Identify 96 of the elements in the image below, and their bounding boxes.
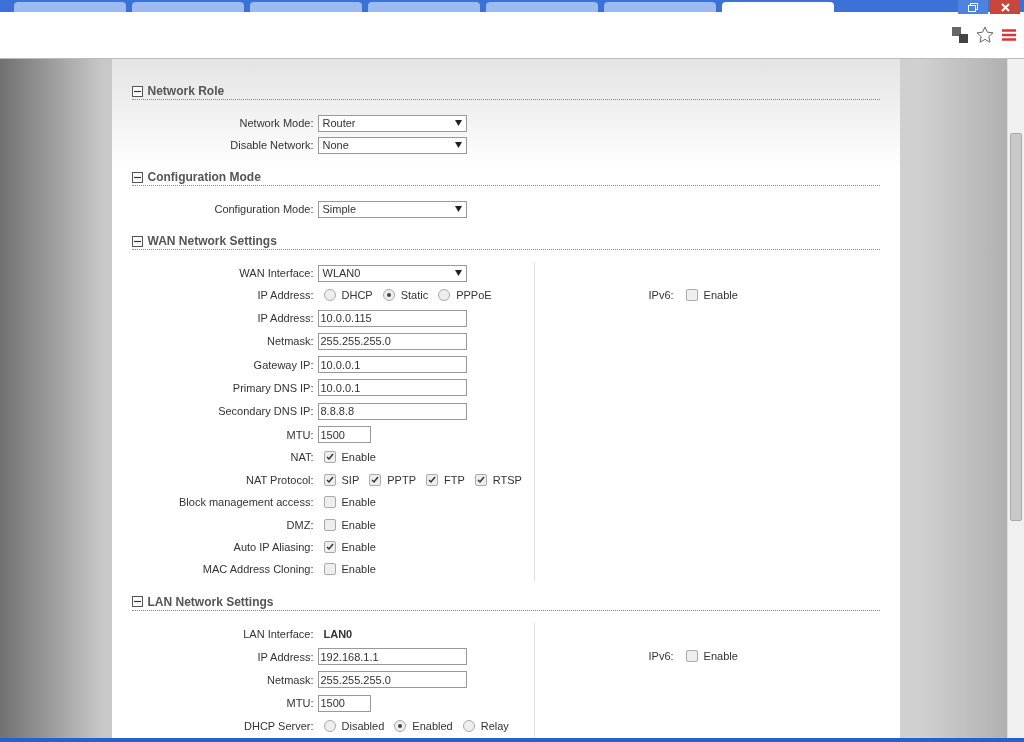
- field-label: IP Address:: [256, 650, 315, 663]
- field-label: IP Address:: [256, 289, 315, 302]
- caret-icon: [454, 120, 462, 126]
- checkbox-label: Enable: [341, 540, 376, 553]
- collapse-toggle[interactable]: [131, 171, 143, 183]
- checkbox-label: Enable: [341, 496, 376, 509]
- checkbox[interactable]: [323, 518, 336, 531]
- checkbox-label: RTSP: [492, 473, 522, 486]
- collapse-toggle[interactable]: [131, 596, 143, 607]
- field-label: MTU:: [285, 697, 315, 710]
- field-label: IP Address:: [256, 312, 315, 325]
- field-label: Configuration Mode:: [213, 203, 315, 215]
- field-label: DMZ:: [285, 518, 315, 531]
- radio-button[interactable]: [323, 720, 336, 732]
- restore-icon[interactable]: [958, 0, 988, 14]
- input-field[interactable]: 8.8.8.8: [317, 402, 467, 420]
- checkbox-label: Enable: [341, 451, 376, 464]
- field-label: Gateway IP:: [252, 358, 315, 371]
- field-label: Auto IP Aliasing:: [232, 540, 315, 553]
- checkbox-label: PPTP: [387, 473, 416, 486]
- close-icon[interactable]: [990, 0, 1020, 14]
- scrollbar[interactable]: [1007, 59, 1024, 738]
- field-label: Secondary DNS IP:: [217, 405, 315, 418]
- field-label: NAT Protocol:: [245, 473, 315, 486]
- checkmark-icon: [427, 475, 436, 484]
- checkbox-label: Enable: [703, 649, 738, 662]
- input-field[interactable]: 1500: [317, 694, 371, 712]
- checkbox[interactable]: [474, 473, 487, 486]
- checkbox[interactable]: [369, 473, 382, 486]
- field-label: Netmask:: [266, 673, 315, 686]
- field-label: Network Mode:: [238, 117, 315, 129]
- section-title: LAN Network Settings: [147, 594, 274, 609]
- field-label: IPv6:: [648, 289, 675, 301]
- input-field[interactable]: 192.168.1.1: [317, 648, 467, 666]
- field-label: WAN Interface:: [238, 267, 315, 279]
- input-field[interactable]: 10.0.0.115: [317, 309, 467, 327]
- field-label: MTU:: [285, 428, 315, 441]
- checkbox[interactable]: [323, 563, 336, 576]
- section-title: WAN Network Settings: [147, 234, 277, 248]
- checkbox-label: Enable: [341, 563, 376, 576]
- checkmark-icon: [325, 542, 334, 551]
- field-label: NAT:: [289, 451, 315, 464]
- checkmark-icon: [476, 475, 485, 484]
- dropdown[interactable]: Router: [317, 114, 467, 132]
- checkbox-label: Enable: [703, 289, 738, 301]
- checkbox[interactable]: [685, 289, 698, 301]
- checkmark-icon: [371, 475, 380, 484]
- field-label: DHCP Server:: [243, 720, 315, 732]
- radio-label: DHCP: [341, 289, 373, 302]
- field-label: LAN Interface:: [242, 627, 315, 640]
- section-title: Network Role: [147, 84, 225, 98]
- checkbox-label: FTP: [443, 473, 465, 486]
- checkbox-label: Enable: [341, 518, 376, 531]
- checkbox[interactable]: [425, 473, 438, 486]
- field-label: MAC Address Cloning:: [201, 563, 315, 576]
- checkmark-icon: [325, 453, 334, 462]
- input-field[interactable]: 10.0.0.1: [317, 379, 467, 397]
- radio-label: Relay: [480, 720, 509, 732]
- input-field[interactable]: 1500: [317, 426, 371, 443]
- radio-label: Disabled: [341, 720, 385, 732]
- checkmark-icon: [325, 475, 334, 484]
- input-field[interactable]: 255.255.255.0: [317, 671, 467, 689]
- caret-icon: [454, 206, 462, 212]
- radio-label: Enabled: [412, 720, 453, 732]
- radio-button[interactable]: [462, 720, 475, 732]
- radio-button[interactable]: [438, 289, 451, 302]
- radio-label: PPPoE: [456, 289, 492, 302]
- checkbox[interactable]: [323, 451, 336, 464]
- interface-value: LAN0: [323, 627, 353, 640]
- input-field[interactable]: 255.255.255.0: [317, 332, 467, 350]
- checkbox[interactable]: [323, 540, 336, 553]
- radio-button[interactable]: [382, 289, 395, 302]
- field-label: IPv6:: [648, 649, 675, 662]
- field-label: Block management access:: [178, 496, 315, 509]
- checkbox[interactable]: [323, 473, 336, 486]
- input-field[interactable]: 10.0.0.1: [317, 356, 467, 374]
- collapse-toggle[interactable]: [131, 235, 143, 247]
- collapse-toggle[interactable]: [131, 85, 143, 97]
- field-label: Primary DNS IP:: [231, 381, 315, 394]
- minus-icon: [133, 598, 141, 605]
- radio-button[interactable]: [323, 289, 336, 302]
- checkbox[interactable]: [685, 649, 698, 662]
- star-icon[interactable]: [976, 26, 994, 44]
- caret-icon: [454, 270, 462, 276]
- radio-button[interactable]: [394, 720, 407, 732]
- dropdown[interactable]: None: [317, 136, 467, 154]
- dropdown[interactable]: Simple: [317, 200, 467, 218]
- menu-icon[interactable]: [1002, 29, 1016, 41]
- checkbox[interactable]: [323, 496, 336, 509]
- checkbox-label: SIP: [341, 473, 360, 486]
- caret-icon: [454, 142, 462, 148]
- section-title: Configuration Mode: [147, 170, 261, 184]
- dropdown[interactable]: WLAN0: [317, 264, 467, 282]
- field-label: Disable Network:: [229, 139, 315, 151]
- field-label: Netmask:: [266, 335, 315, 348]
- radio-label: Static: [400, 289, 429, 302]
